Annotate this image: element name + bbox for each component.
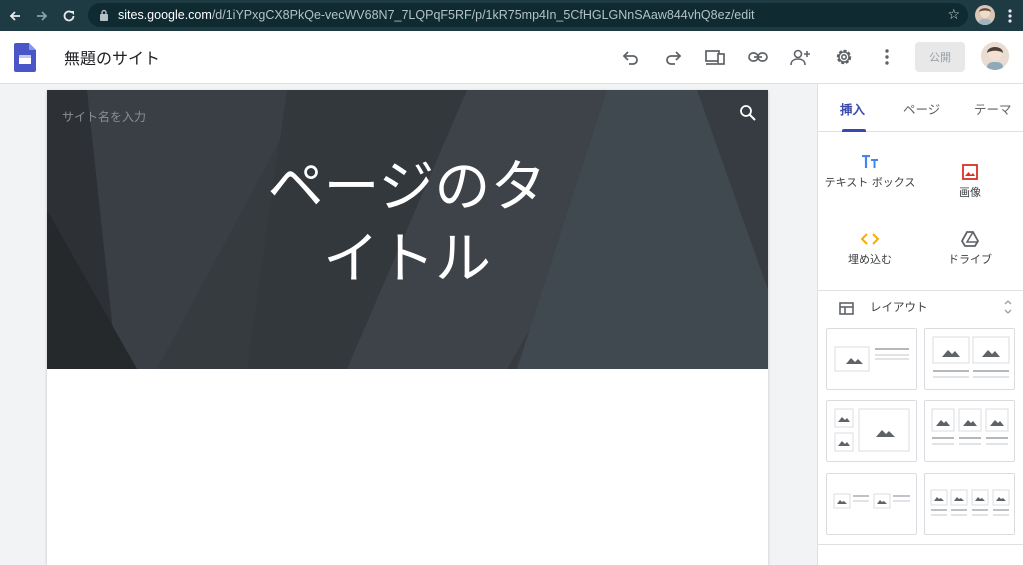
layout-tile-two-images[interactable] (924, 328, 1015, 390)
layout-tile-four-images[interactable] (924, 473, 1015, 535)
address-bar[interactable]: sites.google.com/d/1iYPxgCX8PkQe-vecWV68… (88, 3, 968, 27)
account-avatar[interactable] (981, 42, 1009, 70)
insert-text-box-label: テキスト ボックス (824, 176, 916, 189)
page-title-line-2: イトル (323, 227, 491, 292)
url-host: sites.google.com (118, 8, 212, 22)
tab-insert[interactable]: 挿入 (840, 99, 865, 118)
site-page: サイト名を入力 ページのタ イトル (47, 90, 768, 565)
sites-toolbar: 無題のサイト 公開 (0, 31, 1023, 84)
insert-embed-label: 埋め込む (848, 253, 892, 266)
publish-button[interactable]: 公開 (915, 42, 965, 72)
undo-icon[interactable] (620, 46, 642, 68)
layout-preview-three-images (931, 408, 1009, 445)
layout-tile-image-text[interactable] (826, 328, 917, 390)
share-with-others-icon[interactable] (789, 46, 811, 68)
tab-pages[interactable]: ページ (903, 99, 940, 118)
panel-divider (818, 290, 1023, 291)
insert-text-box-button[interactable]: テキスト ボックス (820, 152, 920, 189)
back-icon[interactable] (3, 4, 27, 28)
layout-preview-image-text (834, 346, 909, 372)
reload-icon[interactable] (57, 4, 81, 28)
layout-tile-two-image-text[interactable] (826, 473, 917, 535)
lock-icon (97, 8, 111, 22)
forward-icon[interactable] (30, 4, 54, 28)
side-panel: 挿入 ページ テーマ テキスト ボックス 画像 埋め込む ドライブ レイアウト (817, 84, 1023, 565)
insert-image-button[interactable]: 画像 (920, 162, 1020, 199)
layouts-section-header[interactable]: レイアウト (818, 294, 1023, 320)
layout-preview-two-image-text (833, 493, 910, 509)
embed-icon (820, 229, 920, 249)
page-title[interactable]: ページのタ イトル (187, 152, 627, 296)
page-title-line-1: ページのタ (267, 155, 547, 220)
page-header-banner[interactable]: サイト名を入力 ページのタ イトル (47, 90, 768, 369)
insert-drive-label: ドライブ (948, 253, 992, 266)
browser-toolbar: sites.google.com/d/1iYPxgCX8PkQe-vecWV68… (0, 0, 1023, 31)
redo-icon[interactable] (662, 46, 684, 68)
site-title[interactable]: 無題のサイト (64, 45, 160, 69)
panel-tabs: 挿入 ページ テーマ (818, 84, 1023, 132)
bookmark-star-icon[interactable]: ☆ (947, 7, 960, 23)
copy-link-icon[interactable] (747, 46, 769, 68)
url-path: /d/1iYPxgCX8PkQe-vecWV68N7_7LQPqF5RF/p/1… (211, 8, 755, 22)
drive-icon (920, 229, 1020, 249)
google-sites-logo-icon[interactable] (14, 43, 36, 72)
layout-preview-four-images (930, 489, 1010, 516)
layout-tile-three-images[interactable] (924, 400, 1015, 462)
preview-devices-icon[interactable] (704, 46, 726, 68)
more-options-icon[interactable] (876, 46, 898, 68)
browser-menu-icon[interactable] (1002, 6, 1018, 26)
layout-icon (839, 300, 854, 315)
layout-tile-two-small-one-large[interactable] (826, 400, 917, 462)
layout-preview-two-images (932, 336, 1010, 378)
text-box-icon (820, 152, 920, 172)
insert-embed-button[interactable]: 埋め込む (820, 229, 920, 266)
search-icon[interactable] (739, 104, 757, 122)
url-text: sites.google.com/d/1iYPxgCX8PkQe-vecWV68… (118, 8, 754, 22)
editor-canvas: サイト名を入力 ページのタ イトル (0, 84, 817, 565)
settings-gear-icon[interactable] (833, 46, 855, 68)
insert-drive-button[interactable]: ドライブ (920, 229, 1020, 266)
panel-divider (818, 544, 1023, 545)
layout-preview-two-small-one-large (834, 408, 910, 452)
site-name-input[interactable]: サイト名を入力 (62, 108, 146, 125)
layouts-label: レイアウト (870, 300, 928, 314)
tab-themes[interactable]: テーマ (974, 99, 1012, 118)
browser-profile-avatar[interactable] (975, 5, 995, 25)
insert-image-label: 画像 (959, 186, 981, 199)
image-icon (920, 162, 1020, 182)
collapse-icon[interactable] (1003, 299, 1013, 315)
active-tab-indicator (842, 129, 866, 132)
